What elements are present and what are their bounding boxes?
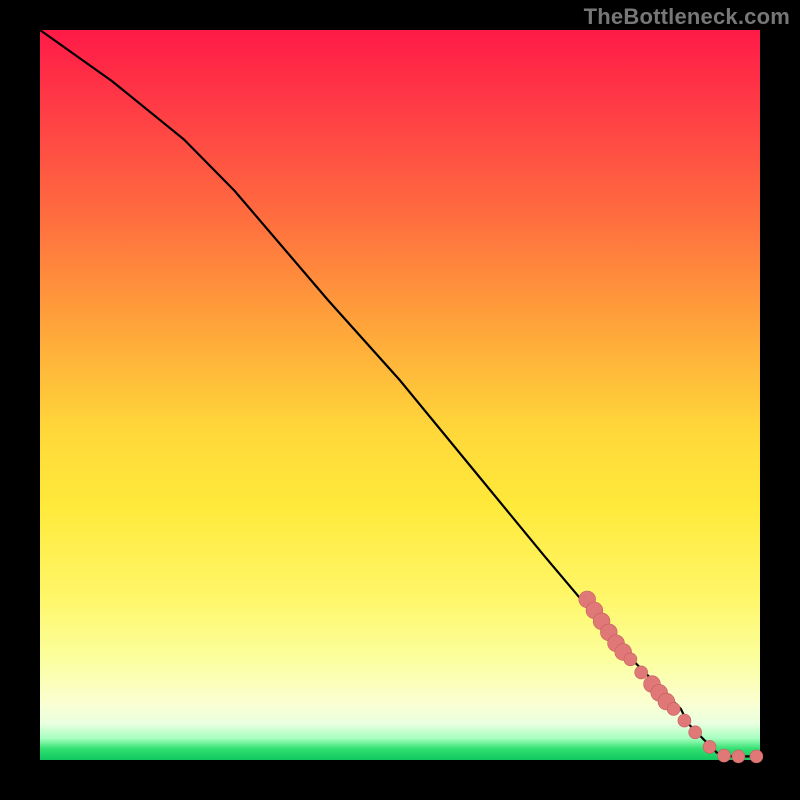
curve-marker	[703, 740, 716, 753]
curve-marker	[635, 666, 648, 679]
curve-marker	[718, 749, 731, 762]
curve-marker	[678, 714, 691, 727]
curve-marker	[750, 750, 763, 763]
chart-svg	[40, 30, 760, 760]
bottleneck-curve-line	[40, 30, 760, 756]
curve-marker	[667, 702, 680, 715]
plot-area	[40, 30, 760, 760]
chart-frame: TheBottleneck.com	[0, 0, 800, 800]
curve-marker	[732, 750, 745, 763]
watermark-text: TheBottleneck.com	[584, 4, 790, 30]
curve-markers	[579, 591, 763, 763]
curve-marker	[624, 653, 637, 666]
curve-marker	[689, 726, 702, 739]
